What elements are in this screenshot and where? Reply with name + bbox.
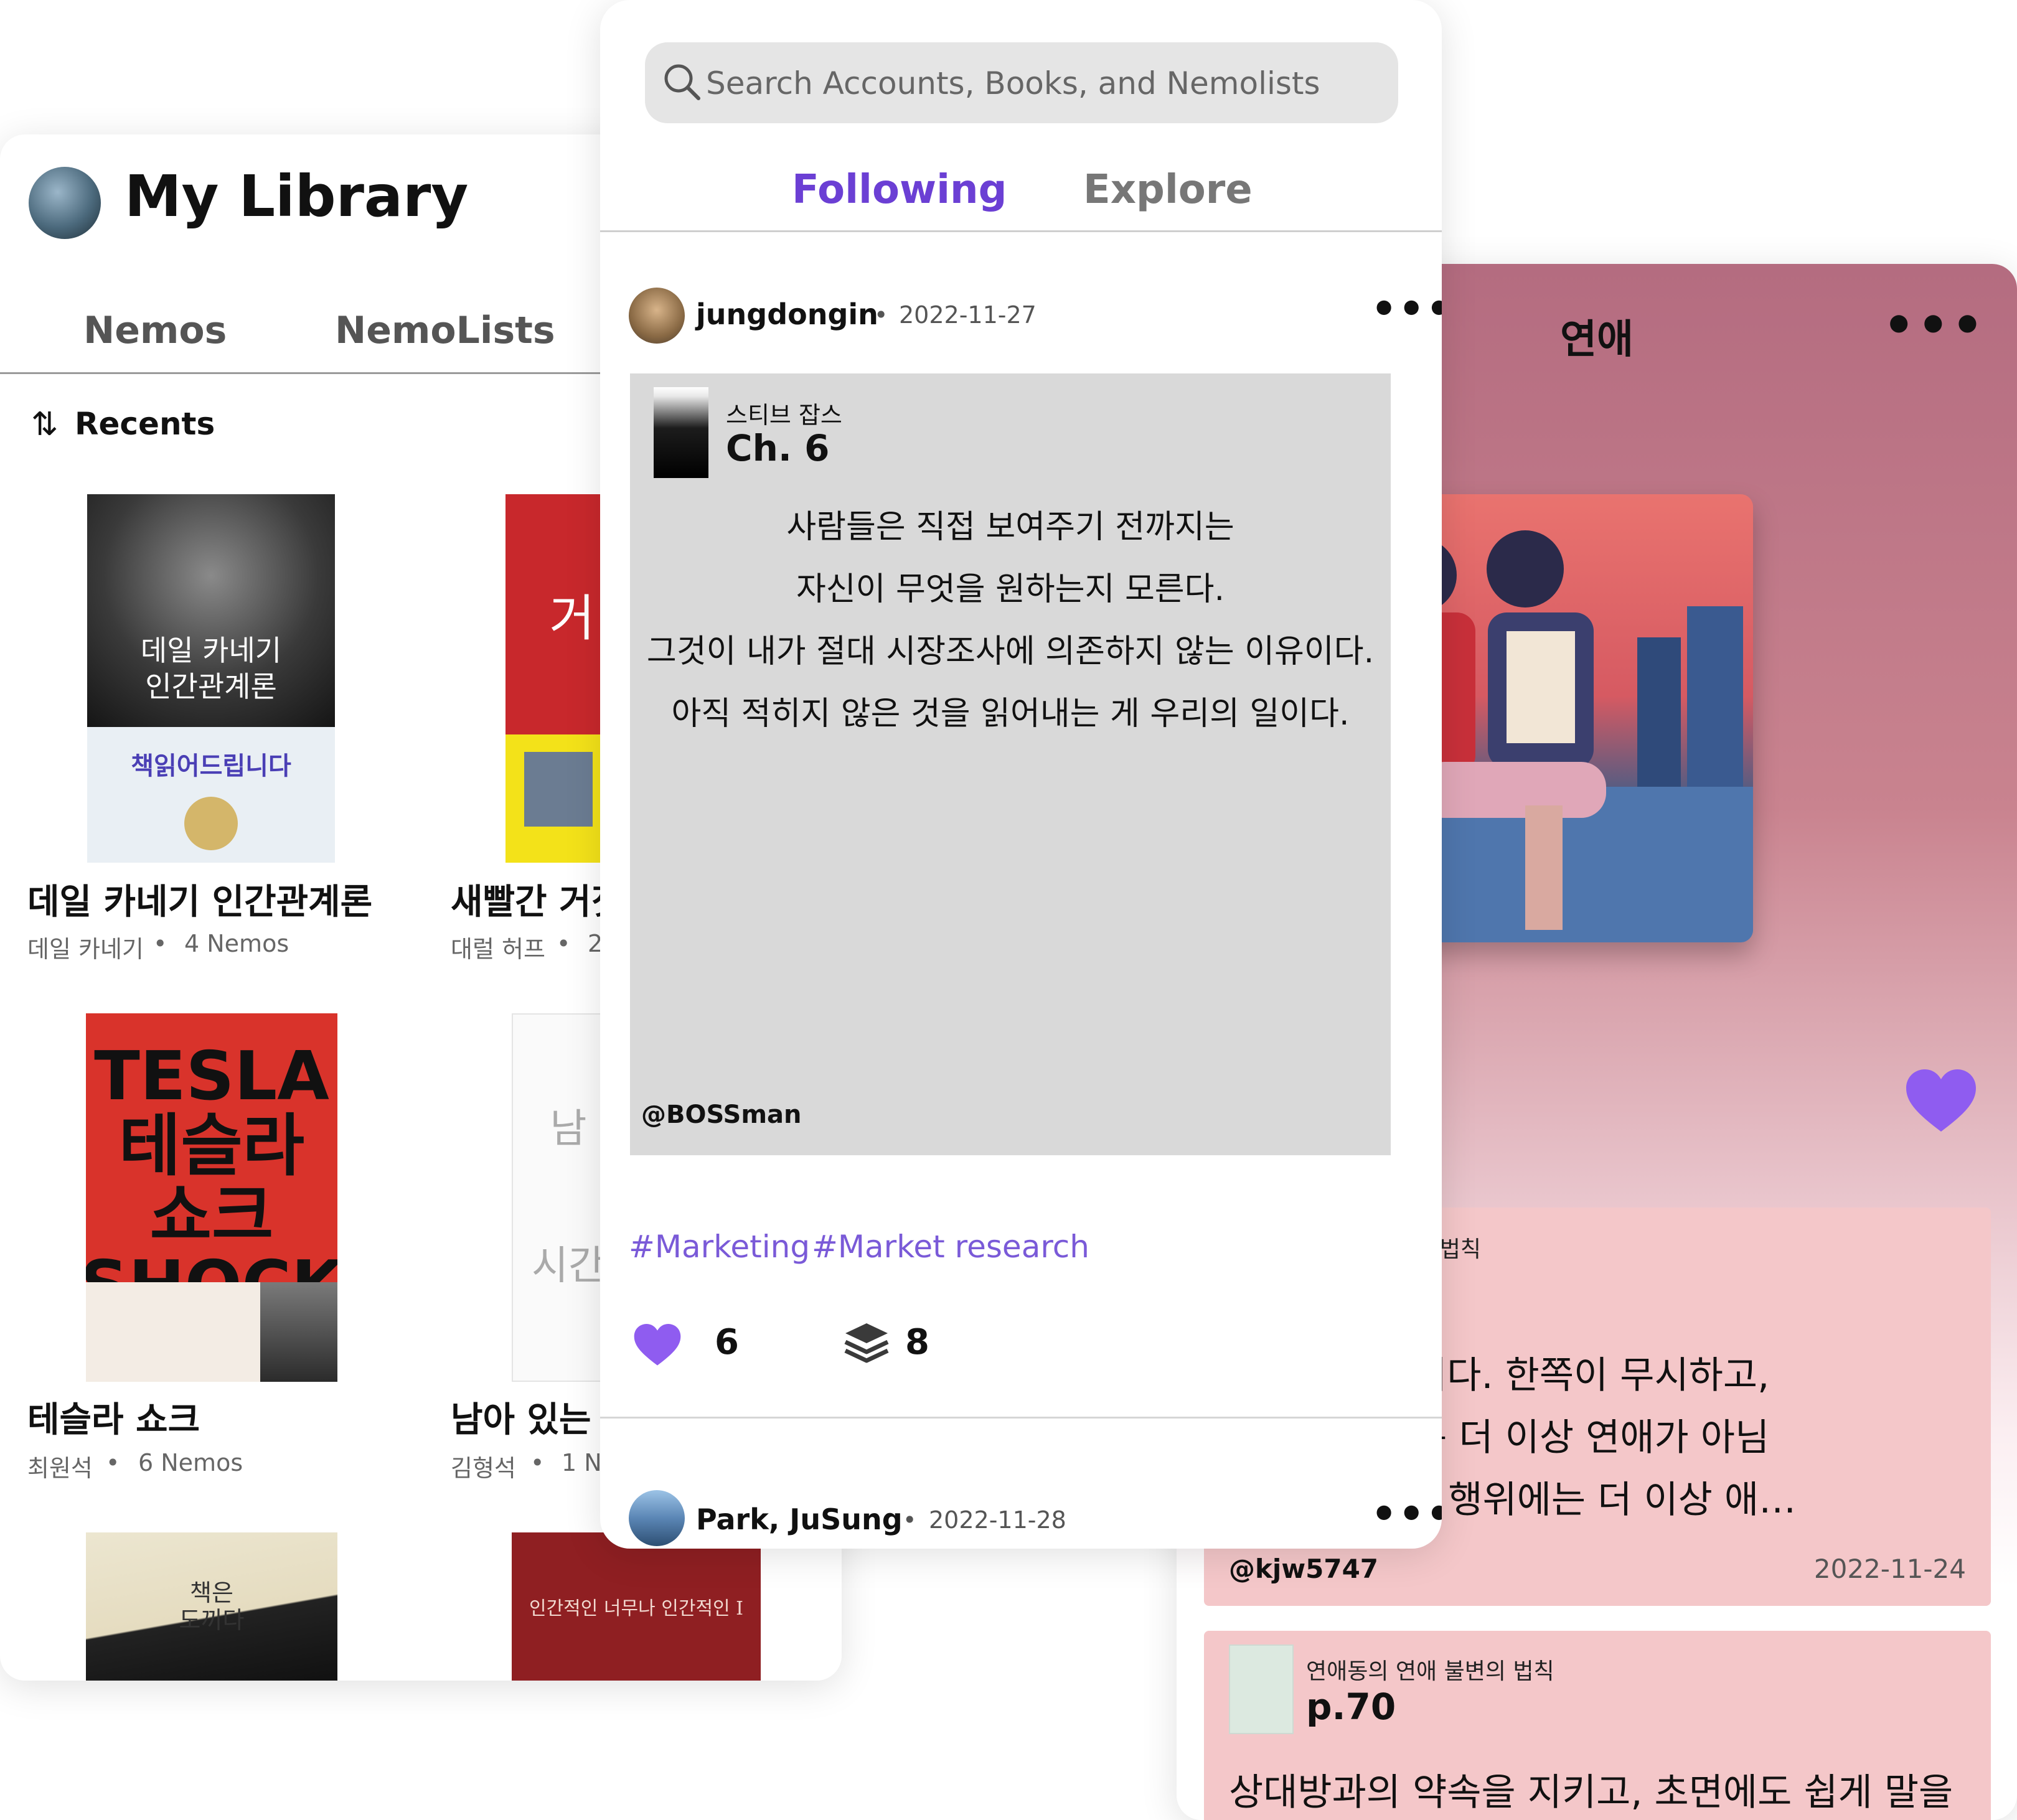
heart-icon[interactable] [632, 1322, 682, 1368]
more-options-icon[interactable]: ••• [1883, 296, 1986, 354]
search-input[interactable] [705, 42, 1386, 124]
book-author: 김형석 [451, 1455, 516, 1482]
page-title: My Library [125, 163, 469, 230]
bullet: • [557, 930, 571, 957]
bullet: • [106, 1449, 120, 1476]
book-title[interactable]: 새빨간 거짓 [451, 874, 623, 924]
book-title[interactable]: 테슬라 쇼크 [27, 1392, 200, 1442]
search-icon [664, 64, 700, 100]
tab-nemolists[interactable]: NemoLists [335, 309, 555, 352]
book-cover[interactable]: 데일 카네기 인간관계론 책읽어드립니다 [87, 494, 335, 863]
tab-divider [600, 230, 1442, 232]
page-number: p.70 [1306, 1686, 1396, 1728]
avatar[interactable] [629, 1490, 685, 1546]
like-count: 6 [715, 1322, 739, 1363]
bullet: • [153, 930, 167, 957]
book-nemo-count: 1 N [562, 1449, 602, 1476]
bullet: • [530, 1449, 545, 1476]
tab-following[interactable]: Following [792, 167, 1007, 213]
tab-explore[interactable]: Explore [1083, 167, 1253, 213]
feed-panel: Following Explore jungdongin • 2022-11-2… [600, 0, 1442, 1549]
avatar[interactable] [29, 167, 101, 239]
book-title[interactable]: 데일 카네기 인간관계론 [27, 874, 372, 924]
nemo-date: 2022-11-24 [1813, 1554, 1966, 1584]
sort-icon[interactable]: ⇅ [31, 406, 59, 443]
cover-text: TESLA 테슬라 쇼크 SHOCK [86, 1038, 337, 1321]
nemo-text-line: 상대방과의 약속을 지키고, 초면에도 쉽게 말을 놓 [1229, 1771, 1966, 1814]
heart-icon[interactable] [1904, 1067, 1978, 1135]
post-date: 2022-11-28 [929, 1506, 1066, 1534]
book-title: 연애동의 연애 불변의 법칙 [1306, 1659, 1554, 1684]
tab-nemos[interactable]: Nemos [83, 309, 227, 352]
post-date: 2022-11-27 [899, 301, 1037, 329]
post-username[interactable]: Park, JuSung [696, 1503, 903, 1536]
quote-line: 아직 적히지 않은 것을 읽어내는 게 우리의 일이다. [671, 695, 1350, 733]
hashtag[interactable]: #Marketing [629, 1229, 810, 1265]
section-recents[interactable]: Recents [75, 406, 215, 442]
book-author: 대럴 허프 [451, 936, 545, 963]
book-nemo-count: 6 Nemos [138, 1449, 243, 1476]
nemo-quote-card[interactable] [630, 373, 1391, 1155]
book-title: 스티브 잡스 [726, 401, 842, 429]
avatar[interactable] [629, 288, 685, 344]
chapter-label: Ch. 6 [726, 427, 830, 469]
more-options-icon[interactable]: ••• [1371, 1490, 1442, 1538]
save-count: 8 [905, 1322, 929, 1363]
quote-line: 자신이 무엇을 원하는지 모른다. [796, 571, 1225, 608]
hashtag[interactable]: #Market research [812, 1229, 1089, 1265]
quote-credit[interactable]: @BOSSman [641, 1100, 801, 1129]
more-options-icon[interactable]: ••• [1371, 285, 1442, 333]
book-cover[interactable]: 책은 도끼다 [86, 1532, 337, 1681]
book-cover[interactable]: 인간적인 너무나 인간적인 I [512, 1532, 761, 1681]
nemo-author[interactable]: @kjw5747 [1229, 1554, 1378, 1584]
book-thumbnail [1229, 1644, 1294, 1734]
bullet: • [903, 1506, 917, 1534]
layers-icon[interactable] [843, 1321, 890, 1367]
nemo-card[interactable]: 연애동의 연애 불변의 법칙 p.70 상대방과의 약속을 지키고, 초면에도 … [1204, 1631, 1991, 1820]
quote-line: 사람들은 직접 보여주기 전까지는 [786, 509, 1234, 546]
book-nemo-count: 4 Nemos [184, 930, 289, 957]
cover-text: 거 [549, 589, 595, 647]
book-author: 데일 카네기 [27, 936, 144, 963]
bullet: • [874, 301, 888, 329]
book-thumbnail [654, 387, 708, 478]
post-username[interactable]: jungdongin [696, 298, 878, 331]
cover-text: 데일 카네기 인간관계론 [140, 634, 282, 703]
search-bar[interactable] [645, 42, 1398, 124]
quote-line: 그것이 내가 절대 시장조사에 의존하지 않는 이유이다. [646, 633, 1375, 670]
book-author: 최원석 [27, 1455, 93, 1482]
book-cover[interactable]: TESLA 테슬라 쇼크 SHOCK [86, 1013, 337, 1382]
post-divider [600, 1417, 1442, 1419]
